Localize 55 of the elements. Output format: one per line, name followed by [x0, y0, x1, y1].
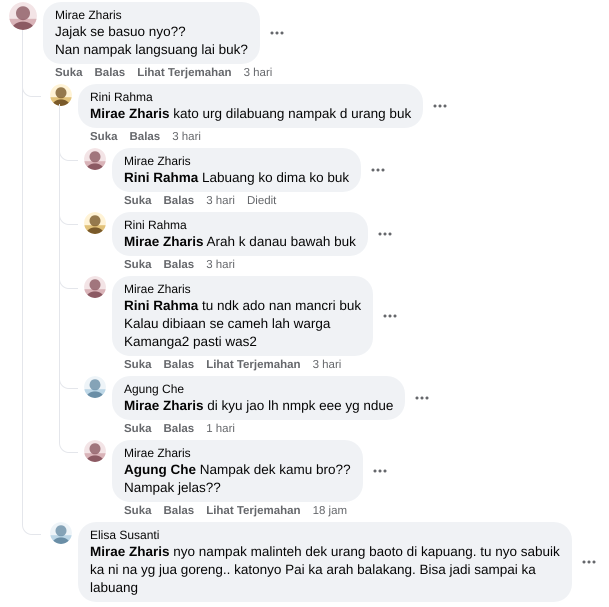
- comment-time[interactable]: 18 jam: [312, 505, 348, 517]
- comment-author[interactable]: Mirae Zharis: [55, 7, 248, 23]
- comment-action[interactable]: Suka: [124, 359, 152, 371]
- comment-time[interactable]: 3 hari: [206, 259, 235, 271]
- comment-action[interactable]: Balas: [164, 259, 194, 271]
- comment-time[interactable]: 3 hari: [244, 67, 272, 79]
- comment-text: Nampak jelas??: [124, 479, 222, 497]
- comment-author[interactable]: Agung Che: [124, 381, 394, 397]
- comment-action[interactable]: Balas: [164, 195, 194, 207]
- comment-action[interactable]: Suka: [124, 195, 152, 207]
- comment-text: Rini Rahma tu ndk ado nan mancri buk: [124, 297, 362, 315]
- comment-action[interactable]: Lihat Terjemahan: [206, 505, 301, 517]
- comment-text: Rini Rahma Labuang ko dima ko buk: [124, 169, 350, 187]
- comment-action[interactable]: Suka: [124, 259, 152, 271]
- comment-action[interactable]: Balas: [164, 359, 194, 371]
- more-icon[interactable]: [582, 560, 596, 564]
- comment-time[interactable]: 3 hari: [312, 359, 342, 371]
- comment-author[interactable]: Mirae Zharis: [124, 445, 351, 461]
- comment-author[interactable]: Elisa Susanti: [90, 527, 560, 543]
- more-icon[interactable]: [415, 396, 430, 400]
- comment-action[interactable]: Suka: [124, 505, 152, 517]
- comment-action[interactable]: Lihat Terjemahan: [137, 67, 232, 79]
- edited-label: Diedit: [246, 195, 276, 207]
- comment-action[interactable]: Suka: [90, 131, 118, 143]
- comment-text: Agung Che Nampak dek kamu bro??: [124, 461, 351, 479]
- comment-text: Mirae Zharis kato urg dilabuang nampak d urang buk: [90, 105, 412, 123]
- comment-text: Kalau dibiaan se cameh lah warga: [124, 315, 332, 333]
- comment-text: labuang: [90, 579, 140, 597]
- comment-text: Mirae Zharis nyo nampak malinteh dek urang baoto di kapuang. tu nyo sabuik: [90, 543, 560, 561]
- comment-action[interactable]: Suka: [55, 67, 82, 79]
- comment-time[interactable]: 1 hari: [206, 423, 235, 435]
- more-icon[interactable]: [270, 31, 284, 35]
- comment-author[interactable]: Mirae Zharis: [124, 153, 350, 169]
- comment-text: Jajak se basuo nyo??: [55, 23, 187, 41]
- comment-author[interactable]: Rini Rahma: [90, 89, 412, 105]
- comment-action[interactable]: Lihat Terjemahan: [206, 359, 301, 371]
- more-icon[interactable]: [383, 314, 398, 318]
- comment-action[interactable]: Balas: [94, 67, 126, 79]
- more-icon[interactable]: [378, 232, 392, 236]
- more-icon[interactable]: [372, 469, 387, 473]
- comment-text: Kamanga2 pasti was2: [124, 333, 258, 351]
- comment-text: Nan nampak langsuang lai buk?: [55, 41, 248, 59]
- comment-action[interactable]: Balas: [130, 131, 160, 143]
- comment-action[interactable]: Suka: [124, 423, 152, 435]
- comment-author[interactable]: Rini Rahma: [124, 217, 356, 233]
- comment-time[interactable]: 3 hari: [172, 131, 201, 143]
- more-icon[interactable]: [433, 104, 448, 108]
- comment-text: ka ni na yg jua goreng.. katonyo Pai ka arah balakang. Bisa jadi sampai ka: [90, 561, 537, 579]
- comment-author[interactable]: Mirae Zharis: [124, 281, 362, 297]
- comment-action[interactable]: Balas: [164, 423, 194, 435]
- more-icon[interactable]: [371, 168, 386, 172]
- comment-text: Mirae Zharis Arah k danau bawah buk: [124, 233, 356, 251]
- comment-text: Mirae Zharis di kyu jao lh nmpk eee yg ndue: [124, 397, 394, 415]
- comment-time[interactable]: 3 hari: [206, 195, 235, 207]
- comment-action[interactable]: Balas: [164, 505, 194, 517]
